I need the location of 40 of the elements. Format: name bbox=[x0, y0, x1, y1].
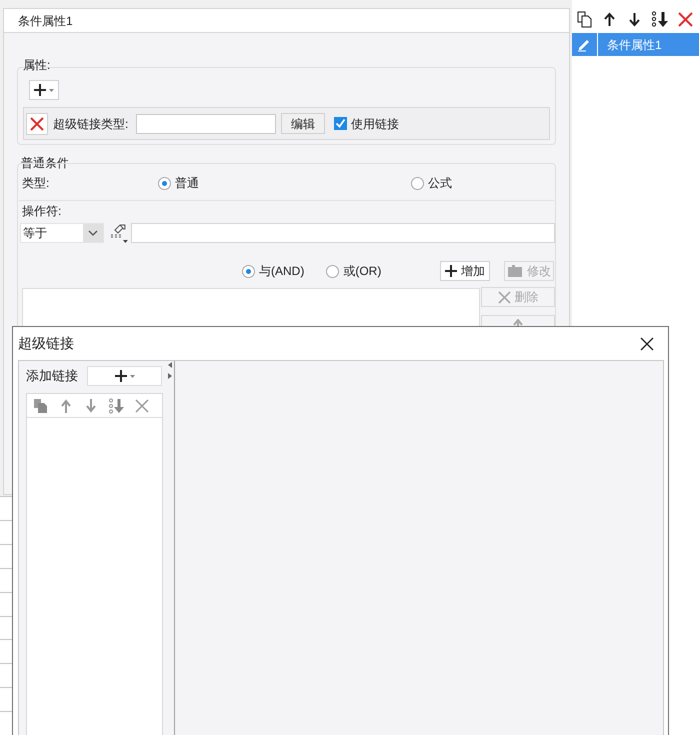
value-field[interactable] bbox=[131, 223, 555, 243]
delete-button[interactable] bbox=[26, 112, 48, 134]
field-label: 添加链接 bbox=[26, 367, 79, 386]
puzzle-icon bbox=[507, 264, 523, 278]
radio-button[interactable] bbox=[242, 264, 255, 278]
radio-label: 或(OR) bbox=[343, 263, 382, 280]
add-button[interactable] bbox=[87, 366, 162, 386]
section-label: 属性: bbox=[23, 57, 50, 74]
plus-icon bbox=[445, 265, 457, 277]
close-icon[interactable] bbox=[640, 336, 654, 350]
radio-button[interactable] bbox=[411, 176, 424, 190]
collapse-left-icon[interactable] bbox=[168, 362, 172, 368]
radio-button[interactable] bbox=[158, 176, 171, 190]
edit-button[interactable]: 编辑 bbox=[281, 113, 325, 134]
radio-button[interactable] bbox=[326, 264, 340, 278]
checkbox-label: 使用链接 bbox=[351, 116, 399, 132]
field-label: 超级链接类型: bbox=[53, 116, 130, 132]
move-bottom-icon[interactable] bbox=[651, 10, 670, 28]
operator-dropdown[interactable]: 等于 bbox=[20, 223, 104, 243]
radio-label: 普通 bbox=[175, 175, 199, 192]
plus-caret-icon bbox=[114, 369, 136, 383]
plus-caret-icon bbox=[33, 83, 55, 97]
toolbar-button[interactable]: 增加 bbox=[440, 261, 490, 281]
abc-icon[interactable] bbox=[108, 223, 128, 243]
dialog-title: 条件属性1 bbox=[18, 12, 73, 30]
copy-icon[interactable] bbox=[576, 10, 593, 28]
field-label: 类型: bbox=[22, 175, 50, 192]
chevron-down-icon bbox=[88, 230, 98, 236]
close-icon bbox=[30, 116, 44, 130]
field-label: 操作符: bbox=[22, 203, 62, 220]
close-icon bbox=[498, 290, 510, 304]
hyperlink-type-field[interactable] bbox=[136, 114, 276, 134]
radio-label: 公式 bbox=[428, 175, 452, 192]
radio-label: 与(AND) bbox=[259, 263, 304, 280]
add-button[interactable] bbox=[29, 80, 59, 100]
dialog-title: 超级链接 bbox=[18, 334, 74, 353]
dropdown-value: 等于 bbox=[22, 225, 47, 242]
pencil-icon bbox=[577, 37, 592, 52]
expand-right-icon[interactable] bbox=[168, 373, 172, 379]
checkbox[interactable] bbox=[334, 117, 347, 130]
